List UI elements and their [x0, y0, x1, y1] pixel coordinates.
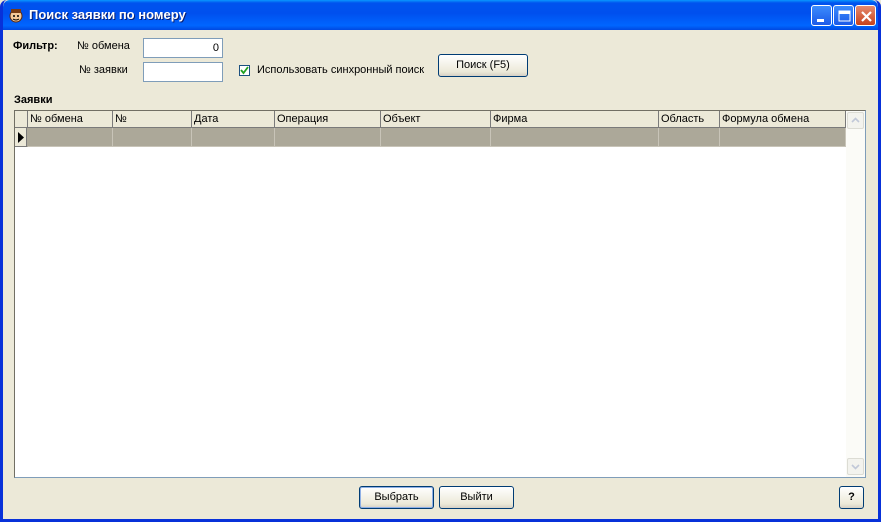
table-row[interactable]	[15, 128, 846, 147]
app-icon	[9, 9, 23, 23]
exit-button[interactable]: Выйти	[439, 486, 514, 509]
table-cell[interactable]	[720, 128, 846, 147]
column-header-object[interactable]: Объект	[381, 111, 491, 128]
scroll-up-button[interactable]	[847, 112, 864, 129]
chevron-up-icon	[851, 117, 860, 123]
minimize-button[interactable]	[811, 5, 832, 26]
search-button[interactable]: Поиск (F5)	[438, 54, 528, 77]
current-row-indicator	[15, 128, 27, 147]
row-pointer-icon	[18, 132, 24, 143]
request-number-input[interactable]	[144, 63, 222, 81]
column-header-firm[interactable]: Фирма	[491, 111, 659, 128]
grid-header: № обмена № Дата Операция Объект Фирма Об…	[15, 111, 846, 128]
search-request-window: Поиск заявки по номеру Фильтр: № обмена …	[0, 0, 881, 522]
request-number-label: № заявки	[79, 64, 128, 76]
close-button[interactable]	[855, 5, 876, 26]
maximize-icon	[838, 10, 851, 22]
chevron-down-icon	[851, 464, 860, 470]
table-cell[interactable]	[381, 128, 491, 147]
scroll-down-button[interactable]	[847, 458, 864, 475]
table-cell[interactable]	[659, 128, 720, 147]
column-header-region[interactable]: Область	[659, 111, 720, 128]
filter-label: Фильтр:	[13, 40, 58, 52]
requests-label: Заявки	[14, 94, 53, 106]
maximize-button[interactable]	[833, 5, 854, 26]
table-cell[interactable]	[28, 128, 113, 147]
exchange-number-input[interactable]	[144, 39, 222, 57]
header-indicator-cell	[15, 111, 28, 128]
help-button[interactable]: ?	[839, 486, 864, 509]
column-header-number[interactable]: №	[113, 111, 192, 128]
table-cell[interactable]	[275, 128, 381, 147]
window-title: Поиск заявки по номеру	[29, 7, 186, 22]
close-icon	[861, 11, 872, 22]
requests-grid[interactable]: № обмена № Дата Операция Объект Фирма Об…	[14, 110, 866, 478]
checkmark-icon	[240, 66, 249, 75]
request-number-field[interactable]	[143, 62, 223, 82]
table-cell[interactable]	[113, 128, 192, 147]
minimize-icon	[817, 19, 824, 22]
table-cell[interactable]	[192, 128, 275, 147]
column-header-exchange-formula[interactable]: Формула обмена	[720, 111, 846, 128]
column-header-date[interactable]: Дата	[192, 111, 275, 128]
sync-search-checkbox[interactable]	[239, 65, 250, 76]
column-header-exchange-number[interactable]: № обмена	[28, 111, 113, 128]
table-cell[interactable]	[491, 128, 659, 147]
vertical-scrollbar[interactable]	[846, 111, 865, 477]
select-button[interactable]: Выбрать	[359, 486, 434, 509]
exchange-number-label: № обмена	[77, 40, 130, 52]
title-bar[interactable]: Поиск заявки по номеру	[3, 0, 878, 30]
sync-search-label[interactable]: Использовать синхронный поиск	[257, 64, 424, 76]
exchange-number-field[interactable]	[143, 38, 223, 58]
column-header-operation[interactable]: Операция	[275, 111, 381, 128]
